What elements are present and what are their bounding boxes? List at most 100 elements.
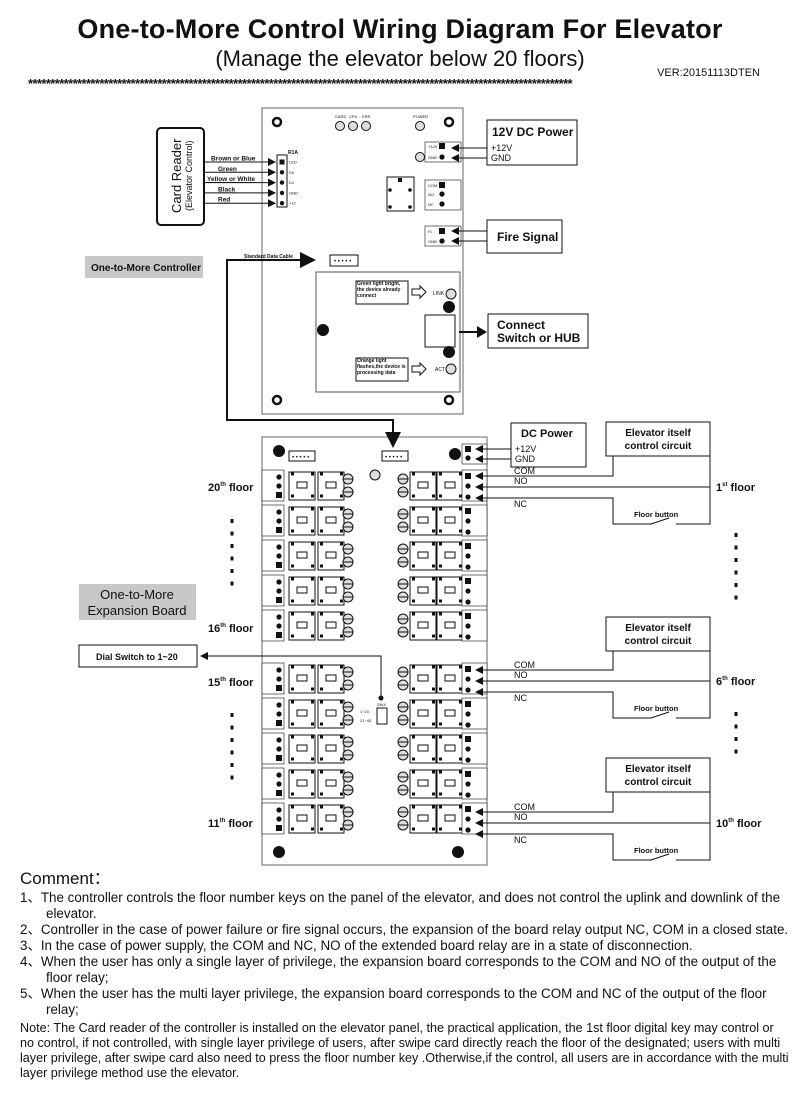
led-label: CPU [349,114,358,119]
svg-text:Fire Signal: Fire Signal [497,230,558,244]
dot [230,713,234,717]
relay-row-left [261,609,354,642]
wire-label: Black [218,186,236,193]
floor-button-label: Floor button [634,704,679,713]
dc-power-supply: 12V DC Power +12V GND [451,119,578,166]
relay-row-right [397,574,488,607]
dot [230,775,234,780]
floor-label: 6th floor [716,676,756,688]
floor-label-11: 11th floor [208,818,254,830]
svg-text:NO: NO [514,476,528,486]
comments-heading: Comment： [20,869,111,888]
elevator-circuit-group: Elevator itself control circuit COMNO NC Flo… [475,616,756,719]
card-reader-subtitle: (Elevator Control) [184,140,194,211]
relay-row-left [261,802,354,835]
relay-row-left [261,732,354,765]
relay-row-right [397,609,488,642]
green-light-note: Green light bright, the device already c… [357,281,401,299]
wiring-diagram: CARD CPU ERR POWER Card Reader (Elevator… [78,107,762,866]
terminal-header: R1A [288,150,298,156]
expansion-board-label: One-to-More Expansion Board [79,584,196,620]
terminal-label: +12 [289,201,297,206]
comment-item: 4、When the user has only a single layer … [20,954,777,985]
svg-text:NO: NO [428,192,434,197]
svg-text:• • • • •: • • • • • [292,455,309,461]
terminal-label: GND [289,190,298,195]
dot [734,737,738,741]
relay-row-left [261,662,354,695]
wire-label: Yellow or White [207,176,255,183]
svg-text:21~40: 21~40 [360,718,372,723]
relay-row-left [261,574,354,607]
svg-text:One-to-More Controller: One-to-More Controller [91,263,201,274]
svg-text:+12V: +12V [491,143,512,153]
led-label: CARD [335,114,346,119]
relay-row-left [261,469,354,502]
relay-row-right [397,802,488,835]
comments-section: Comment： 1、The controller controls the f… [20,869,790,1094]
svg-text:Connect: Connect [497,318,545,332]
terminal-label: LED [289,160,297,165]
dot [734,533,738,537]
expansion-dc-power: DC Power +12V GND [475,422,587,468]
svg-text:Expansion Board: Expansion Board [87,603,186,618]
terminal-label: D0 [289,170,295,175]
relay-row-right [397,767,488,800]
floor-label-20: 20th floor [208,482,254,494]
dot [230,750,234,755]
relay-row-right [397,697,488,730]
svg-text:GND: GND [491,153,512,163]
svg-text:NO: NO [514,812,528,822]
dot [230,519,234,523]
dot [230,556,234,561]
led-label: ERR [362,114,371,119]
svg-text:LINK: LINK [433,291,445,297]
floor-button-label: Floor button [634,846,679,855]
relay-row-right [397,662,488,695]
dot [734,749,738,754]
relay-row-left [261,504,354,537]
svg-text:Switch or HUB: Switch or HUB [497,331,581,345]
wire-label: Red [218,197,230,204]
dot [734,595,738,600]
floor-button-label: Floor button [634,510,679,519]
comment-item: 5、When the user has the multi layer priv… [20,986,767,1017]
relay-row-right [397,504,488,537]
svg-text:GND: GND [428,239,437,244]
comment-item: 2、Controller in the case of power failur… [20,922,789,937]
svg-text:NC: NC [514,693,527,703]
network-box: Connect Switch or HUB [487,313,589,349]
led-label: POWER [413,114,428,119]
dot [734,558,738,562]
dot [230,531,234,536]
svg-text:GND: GND [428,155,437,160]
svg-text:NC: NC [428,202,434,207]
orange-light-note: Orange light flashes,the device is proce… [357,358,406,376]
relay-row-right [397,539,488,572]
svg-text:Elevator itself: Elevator itself [625,428,691,439]
floor-label-15: 15th floor [208,677,254,689]
svg-text:control circuit: control circuit [625,636,692,647]
svg-text:FL: FL [428,229,433,234]
svg-text:DC Power: DC Power [521,428,574,440]
card-reader: Card Reader (Elevator Control) [156,127,205,226]
dot [230,738,234,742]
svg-text:control circuit: control circuit [625,441,692,452]
svg-text:COM: COM [514,660,535,670]
svg-text:NC: NC [514,499,527,509]
wire-label: Brown or Blue [211,156,256,163]
svg-text:12V DC Power: 12V DC Power [492,125,574,139]
svg-text:COM: COM [428,183,437,188]
relay-row-right [397,469,488,502]
svg-text:1~20: 1~20 [360,709,370,714]
svg-text:ACT: ACT [435,367,445,373]
dot [734,724,738,729]
dot [734,712,738,716]
expansion-board [261,436,488,866]
svg-text:NO: NO [514,670,528,680]
dot [230,544,234,548]
fire-signal-box: Fire Signal [451,219,563,254]
floor-label: 10th floor [716,818,762,830]
floor-label: 1st floor [716,482,756,494]
svg-text:+12V: +12V [428,144,438,149]
